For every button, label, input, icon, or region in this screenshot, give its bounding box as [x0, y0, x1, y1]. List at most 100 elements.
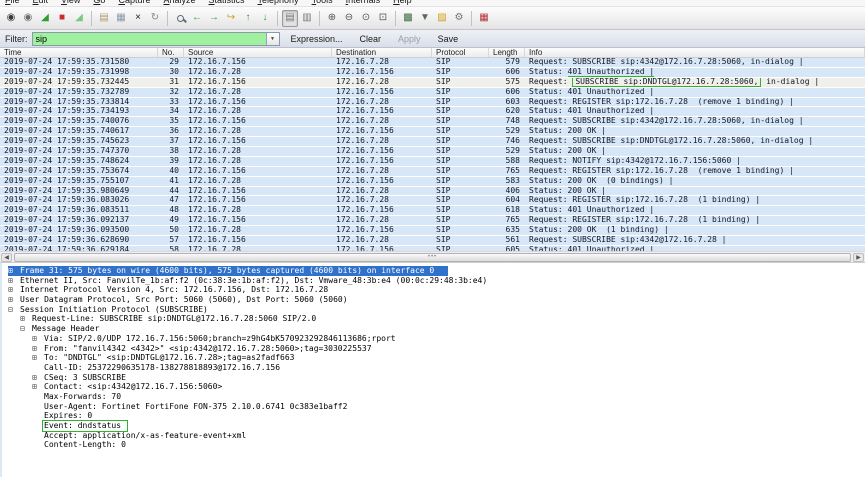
- expand-plus-icon[interactable]: ⊞: [20, 314, 32, 324]
- expand-plus-icon[interactable]: ⊞: [32, 353, 44, 363]
- resize-columns-icon[interactable]: ⊡: [375, 10, 391, 27]
- detail-line-1[interactable]: ⊞Ethernet II, Src: FanvilTe_1b:af:f2 (0c…: [2, 276, 865, 286]
- packet-row-32[interactable]: 2019-07-24 17:59:35.73278932172.16.7.281…: [0, 88, 865, 98]
- detail-line-11[interactable]: ⊞CSeq: 3 SUBSCRIBE: [2, 373, 865, 383]
- expand-plus-icon[interactable]: ⊞: [32, 382, 44, 392]
- reload-file-icon[interactable]: ↻: [147, 10, 163, 27]
- detail-line-5[interactable]: ⊞Request-Line: SUBSCRIBE sip:DNDTGL@172.…: [2, 314, 865, 324]
- apply-button[interactable]: Apply: [398, 34, 421, 44]
- menu-help[interactable]: Help: [393, 0, 412, 5]
- filter-input[interactable]: [33, 33, 266, 45]
- packet-row-50[interactable]: 2019-07-24 17:59:36.09350050172.16.7.281…: [0, 226, 865, 236]
- column-header-destination[interactable]: Destination: [332, 48, 432, 57]
- packet-row-30[interactable]: 2019-07-24 17:59:35.73199830172.16.7.281…: [0, 68, 865, 78]
- list-interfaces-icon[interactable]: ◉: [3, 10, 19, 27]
- close-file-icon[interactable]: ×: [130, 10, 146, 27]
- packet-row-38[interactable]: 2019-07-24 17:59:35.74737038172.16.7.281…: [0, 147, 865, 157]
- packet-row-44[interactable]: 2019-07-24 17:59:35.98064944172.16.7.156…: [0, 187, 865, 197]
- packet-row-37[interactable]: 2019-07-24 17:59:35.74562337172.16.7.156…: [0, 137, 865, 147]
- column-header-no[interactable]: No.: [158, 48, 184, 57]
- zoom-out-icon[interactable]: ⊖: [341, 10, 357, 27]
- packet-row-47[interactable]: 2019-07-24 17:59:36.08302647172.16.7.156…: [0, 196, 865, 206]
- go-to-bottom-icon[interactable]: ↓: [257, 10, 273, 27]
- packet-list-hscrollbar[interactable]: ◀ ••• ▶: [0, 251, 865, 263]
- packet-row-49[interactable]: 2019-07-24 17:59:36.09213749172.16.7.156…: [0, 216, 865, 226]
- filter-combo[interactable]: ▼: [32, 32, 280, 46]
- collapse-minus-icon[interactable]: ⊟: [8, 305, 20, 315]
- detail-line-14[interactable]: User-Agent: Fortinet FortiFone FON-375 2…: [2, 402, 865, 412]
- detail-line-4[interactable]: ⊟Session Initiation Protocol (SUBSCRIBE): [2, 305, 865, 315]
- detail-line-17[interactable]: Accept: application/x-as-feature-event+x…: [2, 431, 865, 441]
- go-to-top-icon[interactable]: ↑: [240, 10, 256, 27]
- edit-coloring-rules-icon[interactable]: ▨: [434, 10, 450, 27]
- detail-line-18[interactable]: Content-Length: 0: [2, 440, 865, 450]
- menu-statistics[interactable]: Statistics: [209, 0, 245, 5]
- detail-line-10[interactable]: Call-ID: 25372290635178-138278818893@172…: [2, 363, 865, 373]
- zoom-normal-icon[interactable]: ⊙: [358, 10, 374, 27]
- menu-internals[interactable]: Internals: [346, 0, 381, 5]
- capture-options-icon[interactable]: ◉: [20, 10, 36, 27]
- menu-view[interactable]: View: [61, 0, 80, 5]
- menu-tools[interactable]: Tools: [312, 0, 333, 5]
- filter-dropdown-arrow-icon[interactable]: ▼: [266, 33, 279, 45]
- detail-line-15[interactable]: Expires: 0: [2, 411, 865, 421]
- expand-plus-icon[interactable]: ⊞: [32, 344, 44, 354]
- go-to-packet-icon[interactable]: ↪: [223, 10, 239, 27]
- packet-row-36[interactable]: 2019-07-24 17:59:35.74061736172.16.7.281…: [0, 127, 865, 137]
- detail-line-13[interactable]: Max-Forwards: 70: [2, 392, 865, 402]
- column-header-source[interactable]: Source: [184, 48, 332, 57]
- restart-capture-icon[interactable]: ◢: [71, 10, 87, 27]
- detail-line-12[interactable]: ⊞Contact: <sip:4342@172.16.7.156:5060>: [2, 382, 865, 392]
- expression-button[interactable]: Expression...: [291, 34, 343, 44]
- menu-edit[interactable]: Edit: [33, 0, 49, 5]
- packet-row-57[interactable]: 2019-07-24 17:59:36.62869057172.16.7.156…: [0, 236, 865, 246]
- go-forward-icon[interactable]: →: [206, 10, 222, 27]
- help-icon[interactable]: ▦: [476, 10, 492, 27]
- save-button[interactable]: Save: [438, 34, 459, 44]
- colorize-packets-icon[interactable]: ▩: [400, 10, 416, 27]
- expand-plus-icon[interactable]: ⊞: [8, 266, 20, 276]
- detail-line-7[interactable]: ⊞Via: SIP/2.0/UDP 172.16.7.156:5060;bran…: [2, 334, 865, 344]
- detail-line-6[interactable]: ⊟Message Header: [2, 324, 865, 334]
- auto-scroll-icon[interactable]: ▼: [417, 10, 433, 27]
- expand-plus-icon[interactable]: ⊞: [8, 295, 20, 305]
- expand-plus-icon[interactable]: ⊞: [8, 285, 20, 295]
- packet-row-35[interactable]: 2019-07-24 17:59:35.74007635172.16.7.156…: [0, 117, 865, 127]
- column-header-length[interactable]: Length: [489, 48, 525, 57]
- detail-line-9[interactable]: ⊞To: "DNDTGL" <sip:DNDTGL@172.16.7.28>;t…: [2, 353, 865, 363]
- menu-analyze[interactable]: Analyze: [163, 0, 195, 5]
- packet-row-48[interactable]: 2019-07-24 17:59:36.08351148172.16.7.281…: [0, 206, 865, 216]
- zoom-in-icon[interactable]: ⊕: [324, 10, 340, 27]
- packet-row-34[interactable]: 2019-07-24 17:59:35.73419334172.16.7.281…: [0, 107, 865, 117]
- packet-row-33[interactable]: 2019-07-24 17:59:35.73381433172.16.7.156…: [0, 98, 865, 108]
- scroll-right-arrow-icon[interactable]: ▶: [853, 253, 864, 262]
- stop-capture-icon[interactable]: ■: [54, 10, 70, 27]
- packet-row-31[interactable]: 2019-07-24 17:59:35.73244531172.16.7.156…: [0, 78, 865, 88]
- open-file-icon[interactable]: ▤: [96, 10, 112, 27]
- detail-line-2[interactable]: ⊞Internet Protocol Version 4, Src: 172.1…: [2, 285, 865, 295]
- detail-line-3[interactable]: ⊞User Datagram Protocol, Src Port: 5060 …: [2, 295, 865, 305]
- find-packet-icon[interactable]: [172, 10, 188, 27]
- hscrollbar-thumb[interactable]: •••: [14, 253, 851, 262]
- menu-file[interactable]: File: [5, 0, 20, 5]
- go-back-icon[interactable]: ←: [189, 10, 205, 27]
- packet-row-39[interactable]: 2019-07-24 17:59:35.74862439172.16.7.281…: [0, 157, 865, 167]
- expand-plus-icon[interactable]: ⊞: [32, 334, 44, 344]
- column-header-time[interactable]: Time: [0, 48, 158, 57]
- start-capture-icon[interactable]: ◢: [37, 10, 53, 27]
- column-header-info[interactable]: Info: [525, 48, 865, 57]
- menu-telephony[interactable]: Telephony: [258, 0, 299, 5]
- scroll-left-arrow-icon[interactable]: ◀: [1, 253, 12, 262]
- packet-list-toggle-icon[interactable]: ▤: [282, 10, 298, 27]
- packet-row-29[interactable]: 2019-07-24 17:59:35.73158029172.16.7.156…: [0, 58, 865, 68]
- packet-row-40[interactable]: 2019-07-24 17:59:35.75367440172.16.7.156…: [0, 167, 865, 177]
- detail-line-16[interactable]: Event: dndstatus: [2, 421, 865, 431]
- collapse-minus-icon[interactable]: ⊟: [20, 324, 32, 334]
- packet-details-toggle-icon[interactable]: ▥: [299, 10, 315, 27]
- menu-capture[interactable]: Capture: [118, 0, 150, 5]
- preferences-icon[interactable]: ⚙: [451, 10, 467, 27]
- packet-row-41[interactable]: 2019-07-24 17:59:35.75510741172.16.7.281…: [0, 177, 865, 187]
- menu-go[interactable]: Go: [93, 0, 105, 5]
- column-header-protocol[interactable]: Protocol: [432, 48, 489, 57]
- detail-line-8[interactable]: ⊞From: "fanvil4342 <4342>" <sip:4342@172…: [2, 344, 865, 354]
